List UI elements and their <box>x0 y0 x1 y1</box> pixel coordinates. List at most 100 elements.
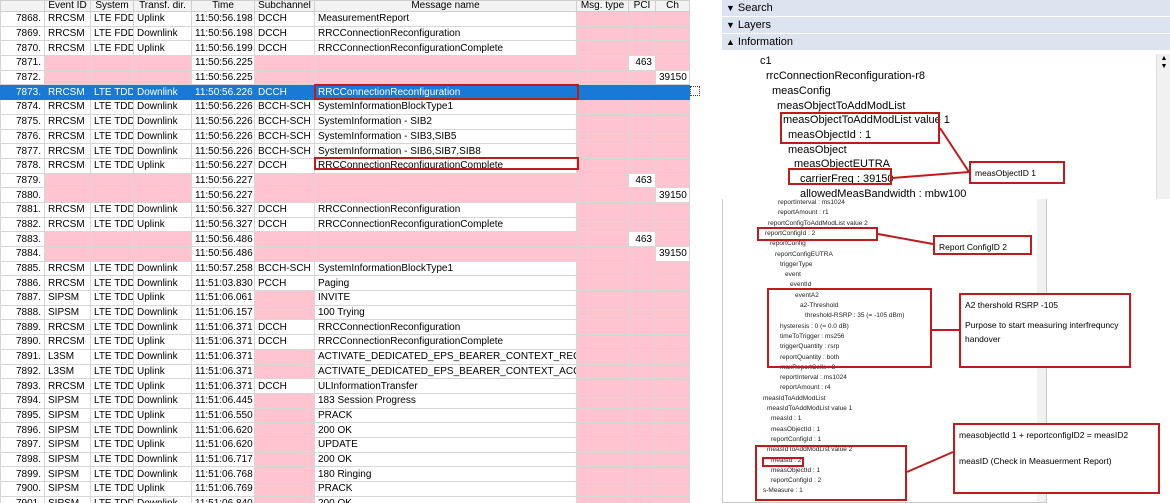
tree-node[interactable]: allowedMeasBandwidth : mbw100 <box>800 188 966 199</box>
table-row[interactable]: 7900. SIPSM LTE TDD Uplink 11:51:06.769 PRACK <box>0 481 690 497</box>
table-row[interactable]: 7885. RRCSM LTE TDD Downlink 11:50:57.258 BCC… <box>0 260 690 277</box>
cell-time: 11:51:06.371 <box>191 334 255 350</box>
tree-node[interactable]: measObject <box>788 144 847 156</box>
table-row[interactable]: 7881. RRCSM LTE TDD Downlink 11:50:56.327 DCC… <box>0 201 690 218</box>
snapshot-tree-node: measId : 1 <box>771 415 802 423</box>
tree-node[interactable]: measObjectToAddModList <box>777 100 905 112</box>
table-row[interactable]: 7889. RRCSM LTE TDD Downlink 11:51:06.371 DCC… <box>0 319 690 336</box>
table-row[interactable]: 7899. SIPSM LTE TDD Downlink 11:51:06.768 180… <box>0 466 690 482</box>
table-row[interactable]: 7876. RRCSM LTE TDD Downlink 11:50:56.226 BCC… <box>0 128 690 145</box>
cell-ch <box>655 378 690 394</box>
triangle-down-icon: ▼ <box>726 3 735 13</box>
cell-msg: RRCConnectionReconfiguration <box>314 319 577 336</box>
cell-msg <box>314 172 577 189</box>
cell-msgtype <box>576 246 629 262</box>
cell-event: RRCSM <box>44 216 91 233</box>
tree-node[interactable]: measConfig <box>772 85 831 97</box>
cell-msgtype <box>576 260 629 277</box>
cell-sub: DCCH <box>254 319 315 336</box>
table-row[interactable]: 7886. RRCSM LTE TDD Downlink 11:51:03.830 PCC… <box>0 275 690 292</box>
col-header-transf-dir[interactable]: Transf. dir. <box>133 0 192 12</box>
tree-node[interactable]: c1 <box>760 55 772 67</box>
cell-event: L3SM <box>44 348 91 365</box>
col-header-message-name[interactable]: Message name <box>314 0 577 12</box>
cell-msg: INVITE <box>314 290 577 306</box>
search-section-header[interactable]: ▼ Search <box>722 0 1170 17</box>
cell-dir: Downlink <box>133 99 192 115</box>
col-header-ch[interactable]: Ch <box>655 0 690 12</box>
table-row[interactable]: 7896. SIPSM LTE TDD Downlink 11:51:06.620 200… <box>0 422 690 438</box>
cell-event: SIPSM <box>44 451 91 468</box>
cell-system: LTE TDD <box>90 260 134 277</box>
cell-event <box>44 69 91 86</box>
table-row[interactable]: 7895. SIPSM LTE TDD Uplink 11:51:06.550 PRACK <box>0 407 690 424</box>
row-number: 7874. <box>0 99 45 115</box>
tree-node[interactable]: rrcConnectionReconfiguration-r8 <box>766 70 925 82</box>
cell-dir <box>133 187 192 203</box>
table-row[interactable]: 7884. 11:50:56.486 39150 <box>0 246 690 262</box>
table-row[interactable]: 7883. 11:50:56.486 463 <box>0 231 690 247</box>
scroll-down-icon[interactable]: ▼ <box>1159 63 1169 71</box>
scrollbar-arrows[interactable]: ▲ ▼ <box>1159 54 1169 84</box>
table-row[interactable]: 7898. SIPSM LTE TDD Downlink 11:51:06.717 200… <box>0 451 690 468</box>
table-row[interactable]: 7868. RRCSM LTE FDD Uplink 11:50:56.198 DCCH M… <box>0 11 690 27</box>
cell-dir: Downlink <box>133 392 192 409</box>
table-row[interactable]: 7869. RRCSM LTE FDD Downlink 11:50:56.198 DCC… <box>0 25 690 42</box>
cell-event: RRCSM <box>44 143 91 159</box>
cell-system <box>90 172 134 189</box>
table-row[interactable]: 7887. SIPSM LTE TDD Uplink 11:51:06.061 INVIT… <box>0 290 690 306</box>
row-number: 7898. <box>0 451 45 468</box>
cell-pci <box>628 187 656 203</box>
table-row[interactable]: 7901.SIPSMLTE TDDDownlink11:51:06.840 200… <box>0 495 690 503</box>
information-section-header[interactable]: ▲ Information <box>722 34 1170 51</box>
layers-section-header[interactable]: ▼ Layers <box>722 17 1170 34</box>
table-row[interactable]: 7875. RRCSM LTE TDD Downlink 11:50:56.226 BCC… <box>0 113 690 130</box>
cell-dir: Downlink <box>133 451 192 468</box>
col-header-event-id[interactable]: Event ID <box>44 0 91 12</box>
cell-pci <box>628 319 656 336</box>
col-header-no[interactable] <box>0 0 45 12</box>
table-row[interactable]: 7880. 11:50:56.227 39150 <box>0 187 690 203</box>
table-row[interactable]: 7888. SIPSM LTE TDD Downlink 11:51:06.157 100… <box>0 304 690 321</box>
table-row[interactable]: 7892. L3SM LTE TDD Uplink 11:51:06.371 ACTIVA… <box>0 363 690 380</box>
cell-msgtype <box>576 348 629 365</box>
row-number: 7899. <box>0 466 45 482</box>
cell-msg: 180 Ringing <box>314 466 577 482</box>
table-row[interactable]: 7894. SIPSM LTE TDD Downlink 11:51:06.445 183… <box>0 392 690 409</box>
table-row[interactable]: 7893. RRCSM LTE TDD Uplink 11:51:06.371 DCCH U… <box>0 378 690 394</box>
cell-dir: Downlink <box>133 466 192 482</box>
col-header-time[interactable]: Time <box>191 0 255 12</box>
table-row[interactable]: 7872. 11:50:56.225 39150 <box>0 69 690 86</box>
table-row[interactable]: 7874. RRCSM LTE TDD Downlink 11:50:56.226 BCC… <box>0 99 690 115</box>
cell-dir: Downlink <box>133 304 192 321</box>
col-header-pci[interactable]: PCI <box>628 0 656 12</box>
row-number: 7896. <box>0 422 45 438</box>
row-number: 7893. <box>0 378 45 394</box>
table-row[interactable]: 7871. 11:50:56.225 463 <box>0 55 690 71</box>
cell-pci <box>628 481 656 497</box>
col-header-subchannel[interactable]: Subchannel <box>254 0 315 12</box>
row-number: 7891. <box>0 348 45 365</box>
row-number: 7900. <box>0 481 45 497</box>
table-row[interactable]: 7879. 11:50:56.227 463 <box>0 172 690 189</box>
cell-time: 11:51:06.768 <box>191 466 255 482</box>
scroll-up-icon[interactable]: ▲ <box>1159 55 1169 63</box>
table-row[interactable]: 7890. RRCSM LTE TDD Uplink 11:51:06.371 DCCH R… <box>0 334 690 350</box>
cell-ch <box>655 422 690 438</box>
table-row[interactable]: 7882. RRCSM LTE TDD Uplink 11:50:56.327 DCCH R… <box>0 216 690 233</box>
vertical-scrollbar[interactable]: ▲ ▼ <box>1156 54 1170 199</box>
cell-msg: RRCConnectionReconfiguration <box>314 25 577 42</box>
table-row[interactable]: 7870. RRCSM LTE FDD Uplink 11:50:56.199 DCCH R… <box>0 40 690 57</box>
cell-msg: RRCConnectionReconfigurationComplete <box>314 334 577 350</box>
col-header-system[interactable]: System <box>90 0 134 12</box>
cell-system: LTE TDD <box>90 407 134 424</box>
col-header-msg-type[interactable]: Msg. type <box>576 0 629 12</box>
cell-dir: Uplink <box>133 11 192 27</box>
highlight-box-reportconfigid <box>757 227 878 241</box>
cell-system: LTE TDD <box>90 422 134 438</box>
information-section-label: Information <box>737 36 793 48</box>
table-row[interactable]: 7897. SIPSM LTE TDD Uplink 11:51:06.620 UPDAT… <box>0 436 690 453</box>
row-number: 7890. <box>0 334 45 350</box>
cell-sub: DCCH <box>254 216 315 233</box>
table-row[interactable]: 7891. L3SM LTE TDD Downlink 11:51:06.371 ACTI… <box>0 348 690 365</box>
